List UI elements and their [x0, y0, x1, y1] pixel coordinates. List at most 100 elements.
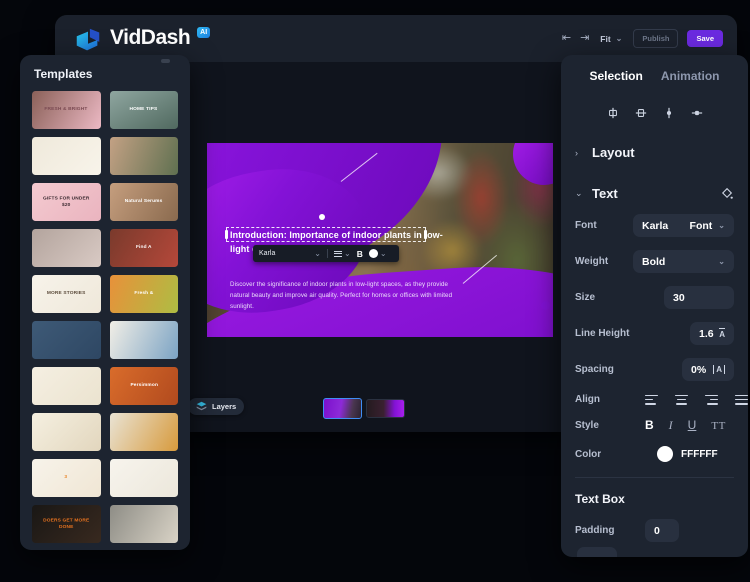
weight-label: Weight [575, 256, 633, 267]
template-thumbnail[interactable]: Fresh & [110, 275, 179, 313]
slide-body-text[interactable]: Discover the significance of indoor plan… [230, 280, 468, 313]
size-row: Size 30 [575, 286, 734, 309]
uppercase-button[interactable]: TT [711, 420, 725, 432]
text-box-section-label: Text Box [575, 492, 734, 506]
border-input-partial[interactable] [577, 547, 617, 557]
chevron-down-icon: ⌄ [718, 258, 725, 266]
align-label: Align [575, 394, 633, 405]
fit-label: Fit [600, 34, 610, 44]
template-thumbnail[interactable] [110, 505, 179, 543]
color-row: Color FFFFFF [575, 446, 734, 462]
line-height-row: Line Height 1.6 A [575, 322, 734, 345]
layers-button[interactable]: Layers [188, 398, 244, 415]
templates-grid: FRESH & BRIGHT HOME TIPS GIFTS FOR UNDER $… [32, 91, 178, 543]
underline-button[interactable]: U [688, 418, 697, 432]
purple-mini-dot [541, 301, 550, 310]
save-button[interactable]: Save [687, 30, 723, 47]
align-right-icon[interactable] [705, 395, 718, 405]
template-thumbnail[interactable]: MORE STORIES [32, 275, 101, 313]
template-thumbnail[interactable]: 3 [32, 459, 101, 497]
color-dropdown[interactable]: ⌄ [369, 249, 387, 258]
italic-button[interactable]: I [669, 418, 673, 433]
text-section-header[interactable]: ⌄ Text [575, 186, 734, 201]
template-thumbnail[interactable] [32, 367, 101, 405]
bold-button[interactable]: B [645, 418, 654, 432]
template-thumbnail[interactable]: Find A [110, 229, 179, 267]
panel-collapse-handle[interactable] [161, 59, 170, 63]
weight-select[interactable]: Bold ⌄ [633, 250, 734, 273]
layers-label: Layers [212, 402, 236, 411]
chevron-down-icon: ⌄ [380, 250, 387, 258]
selection-handle-left[interactable] [225, 230, 228, 239]
layout-section-header[interactable]: › Layout [575, 145, 734, 160]
padding-input[interactable]: 0 [645, 519, 679, 542]
video-canvas[interactable]: Introduction: Importance of indoor plant… [207, 143, 553, 337]
chevron-down-icon: ⌄ [718, 222, 725, 230]
inspector-panel: Selection Animation › Layout ⌄ Text [561, 55, 748, 557]
font-value: Karla [259, 250, 275, 257]
text-color-swatch[interactable] [657, 446, 673, 462]
spacing-input[interactable]: 0% A [682, 358, 734, 381]
template-thumbnail[interactable] [110, 137, 179, 175]
font-select[interactable]: Karla Font ⌄ [633, 214, 734, 237]
inspector-tabs: Selection Animation [575, 69, 734, 83]
publish-button[interactable]: Publish [633, 29, 678, 48]
align-justify-icon[interactable] [735, 395, 748, 405]
template-label: HOME TIPS [130, 107, 158, 113]
template-label: Find A [136, 245, 152, 251]
template-thumbnail[interactable] [32, 229, 101, 267]
template-thumbnail[interactable]: GIFTS FOR UNDER $20 [32, 183, 101, 221]
template-label: GIFTS FOR UNDER $20 [39, 196, 94, 208]
chevron-down-icon: ⌄ [344, 250, 351, 258]
align-left-icon[interactable] [645, 395, 658, 405]
align-vertical-center-icon[interactable] [635, 107, 647, 119]
template-thumbnail[interactable]: Persimmon [110, 367, 179, 405]
template-thumbnail[interactable]: Natural Serums [110, 183, 179, 221]
template-thumbnail[interactable] [110, 321, 179, 359]
template-thumbnail[interactable] [32, 321, 101, 359]
scene-thumbnail[interactable] [366, 399, 405, 418]
distribute-vertical-icon[interactable] [663, 107, 675, 119]
logo: VidDash AI [73, 23, 210, 55]
line-height-input[interactable]: 1.6 A [690, 322, 734, 345]
align-dropdown[interactable]: ⌄ [334, 250, 351, 258]
weight-row: Weight Bold ⌄ [575, 250, 734, 273]
viddash-logo-icon [73, 25, 103, 55]
template-thumbnail[interactable] [110, 459, 179, 497]
font-dropdown[interactable]: Karla ⌄ [259, 250, 321, 258]
size-input[interactable]: 30 [664, 286, 734, 309]
zoom-fit-dropdown[interactable]: Fit ⌄ [600, 34, 622, 44]
align-center-icon[interactable] [675, 395, 688, 405]
template-label: Natural Serums [125, 199, 163, 205]
layout-section-label: Layout [592, 145, 635, 160]
template-thumbnail[interactable]: FRESH & BRIGHT [32, 91, 101, 129]
align-horizontal-center-icon[interactable] [607, 107, 619, 119]
divider [575, 477, 734, 478]
text-section-label: Text [592, 186, 618, 201]
template-thumbnail[interactable] [110, 413, 179, 451]
text-style-icon[interactable] [721, 187, 734, 200]
tab-selection[interactable]: Selection [589, 69, 642, 83]
topbar-actions: ⇤ ⇥ Fit ⌄ Publish Save [562, 29, 723, 48]
rotate-handle[interactable] [319, 214, 325, 220]
tab-animation[interactable]: Animation [661, 69, 720, 83]
chevron-down-icon: ⌄ [616, 35, 623, 43]
letter-spacing-icon: A [713, 365, 725, 374]
spacing-row: Spacing 0% A [575, 358, 734, 381]
template-thumbnail[interactable] [32, 413, 101, 451]
distribute-horizontal-icon[interactable] [691, 107, 703, 119]
color-swatch-icon [369, 249, 378, 258]
scene-strip [323, 398, 405, 419]
line-height-icon: A [719, 328, 725, 339]
template-thumbnail[interactable]: DOERS GET MORE DONE [32, 505, 101, 543]
redo-icon[interactable]: ⇥ [580, 33, 589, 44]
spacing-label: Spacing [575, 364, 633, 375]
scene-thumbnail-active[interactable] [323, 398, 362, 419]
bold-button[interactable]: B [357, 249, 363, 259]
template-thumbnail[interactable] [32, 137, 101, 175]
color-hex-value: FFFFFF [681, 449, 718, 460]
weight-value: Bold [642, 256, 665, 268]
undo-icon[interactable]: ⇤ [562, 33, 571, 44]
template-thumbnail[interactable]: HOME TIPS [110, 91, 179, 129]
spacing-value: 0% [691, 364, 706, 376]
